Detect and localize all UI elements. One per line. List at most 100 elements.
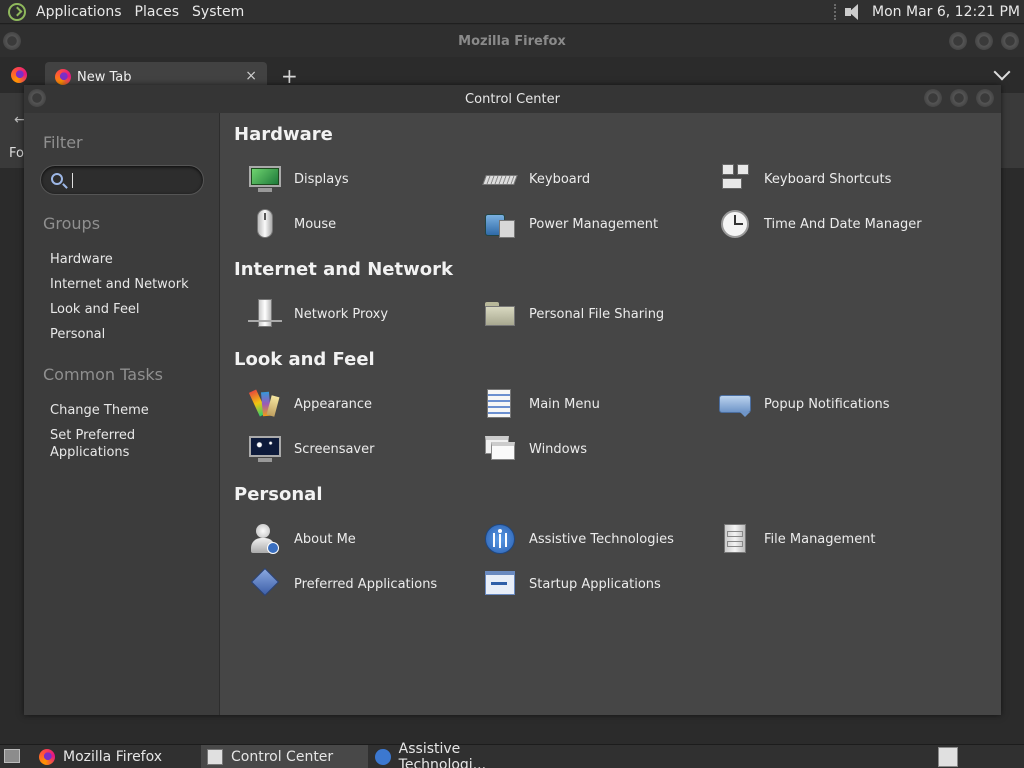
clock[interactable]: Mon Mar 6, 12:21 PM [872, 4, 1024, 20]
menu-places[interactable]: Places [131, 4, 189, 20]
item-main-menu[interactable]: Main Menu [483, 388, 600, 420]
firefox-minimize-icon[interactable] [949, 32, 967, 50]
bottom-panel: Mozilla Firefox Control Center Assistive… [0, 741, 1024, 768]
control-center-content: Hardware Displays Keyboard Keyboard Shor… [219, 113, 1001, 715]
menu-system[interactable]: System [188, 4, 253, 20]
item-label: Appearance [294, 396, 373, 412]
mouse-icon [248, 208, 282, 240]
panel-separator [834, 3, 837, 20]
taskbar-label: Assistive Technologi... [398, 741, 487, 768]
windows-icon [483, 433, 517, 465]
group-link-personal[interactable]: Personal [50, 326, 105, 343]
item-mouse[interactable]: Mouse [248, 208, 336, 240]
section-title-personal: Personal [234, 484, 323, 505]
item-windows[interactable]: Windows [483, 433, 587, 465]
filter-heading: Filter [43, 133, 83, 152]
item-label: Keyboard [529, 171, 591, 187]
item-assistive-technologies[interactable]: Assistive Technologies [483, 523, 674, 555]
item-displays[interactable]: Displays [248, 163, 349, 195]
item-label: Preferred Applications [294, 576, 438, 592]
keyboard-icon [482, 163, 518, 195]
network-proxy-icon [248, 298, 282, 330]
clock-icon [718, 208, 752, 240]
item-label: Network Proxy [294, 306, 389, 322]
control-center-titlebar[interactable]: Control Center [24, 85, 1001, 113]
screensaver-icon [248, 433, 282, 465]
item-network-proxy[interactable]: Network Proxy [248, 298, 388, 330]
file-cabinet-icon [718, 523, 752, 555]
task-link-change-theme[interactable]: Change Theme [50, 402, 149, 419]
taskbar-item-control-center[interactable]: Control Center [201, 745, 368, 768]
startup-apps-icon [483, 568, 517, 600]
item-popup-notifications[interactable]: Popup Notifications [718, 388, 890, 420]
firefox-icon [39, 749, 55, 765]
tab-label: New Tab [77, 69, 132, 85]
show-desktop-icon[interactable] [4, 749, 20, 763]
item-startup-applications[interactable]: Startup Applications [483, 568, 661, 600]
tray-app-icon[interactable] [938, 747, 958, 767]
item-personal-file-sharing[interactable]: Personal File Sharing [483, 298, 664, 330]
firefox-tab-icon [55, 69, 71, 85]
volume-icon[interactable] [844, 3, 862, 20]
item-keyboard-shortcuts[interactable]: Keyboard Shortcuts [718, 163, 891, 195]
item-label: Keyboard Shortcuts [764, 171, 892, 187]
main-menu-icon [483, 388, 517, 420]
control-center-title: Control Center [465, 91, 560, 107]
firefox-partial-text: Fo [9, 146, 24, 161]
desktop: Applications Places System Mon Mar 6, 12… [0, 0, 1024, 768]
groups-heading: Groups [43, 214, 101, 233]
item-time-and-date-manager[interactable]: Time And Date Manager [718, 208, 922, 240]
firefox-window-menu-icon[interactable] [3, 32, 21, 50]
group-link-look-and-feel[interactable]: Look and Feel [50, 301, 140, 318]
group-link-internet-and-network[interactable]: Internet and Network [50, 276, 189, 293]
taskbar-label: Control Center [231, 749, 334, 765]
keyboard-shortcuts-icon [718, 163, 752, 195]
search-icon [51, 173, 63, 185]
about-me-icon [248, 523, 282, 555]
item-about-me[interactable]: About Me [248, 523, 356, 555]
display-icon [248, 163, 282, 195]
section-title-hardware: Hardware [234, 124, 333, 145]
firefox-logo-icon[interactable] [11, 67, 27, 83]
cc-maximize-icon[interactable] [950, 89, 968, 107]
control-center-window: Control Center Filter Groups Hardware In… [24, 85, 1001, 715]
accessibility-icon [483, 523, 517, 555]
filter-search-input[interactable] [40, 165, 204, 195]
item-appearance[interactable]: Appearance [248, 388, 372, 420]
common-tasks-heading: Common Tasks [43, 365, 164, 384]
tab-close-icon[interactable]: × [245, 68, 257, 84]
accessibility-icon [375, 749, 391, 765]
item-power-management[interactable]: Power Management [483, 208, 658, 240]
item-label: Popup Notifications [764, 396, 890, 412]
control-center-icon [207, 749, 223, 765]
item-keyboard[interactable]: Keyboard [482, 163, 591, 195]
preferred-apps-icon [248, 567, 282, 600]
text-caret [72, 173, 73, 188]
cc-window-menu-icon[interactable] [28, 89, 46, 107]
menu-applications[interactable]: Applications [32, 4, 131, 20]
task-link-set-preferred-applications[interactable]: Set Preferred Applications [50, 427, 135, 461]
item-label: Screensaver [294, 441, 375, 457]
item-label: Main Menu [529, 396, 600, 412]
top-panel: Applications Places System Mon Mar 6, 12… [0, 0, 1024, 24]
item-preferred-applications[interactable]: Preferred Applications [248, 567, 438, 600]
group-link-hardware[interactable]: Hardware [50, 251, 113, 268]
firefox-close-icon[interactable] [1001, 32, 1019, 50]
distro-logo-icon[interactable] [8, 2, 26, 21]
item-label: Displays [294, 171, 349, 187]
item-label: Windows [529, 441, 588, 457]
firefox-content-right [1000, 93, 1024, 168]
item-label: Assistive Technologies [529, 531, 674, 547]
taskbar-item-firefox[interactable]: Mozilla Firefox [33, 745, 199, 768]
notification-icon [718, 388, 752, 420]
power-management-icon [483, 208, 517, 240]
item-label: File Management [764, 531, 876, 547]
item-file-management[interactable]: File Management [718, 523, 876, 555]
cc-close-icon[interactable] [976, 89, 994, 107]
cc-minimize-icon[interactable] [924, 89, 942, 107]
item-screensaver[interactable]: Screensaver [248, 433, 374, 465]
item-label: Mouse [294, 216, 337, 232]
firefox-titlebar[interactable]: Mozilla Firefox [0, 25, 1024, 57]
firefox-maximize-icon[interactable] [975, 32, 993, 50]
taskbar-item-assistive-technologies[interactable]: Assistive Technologi... [369, 741, 549, 768]
